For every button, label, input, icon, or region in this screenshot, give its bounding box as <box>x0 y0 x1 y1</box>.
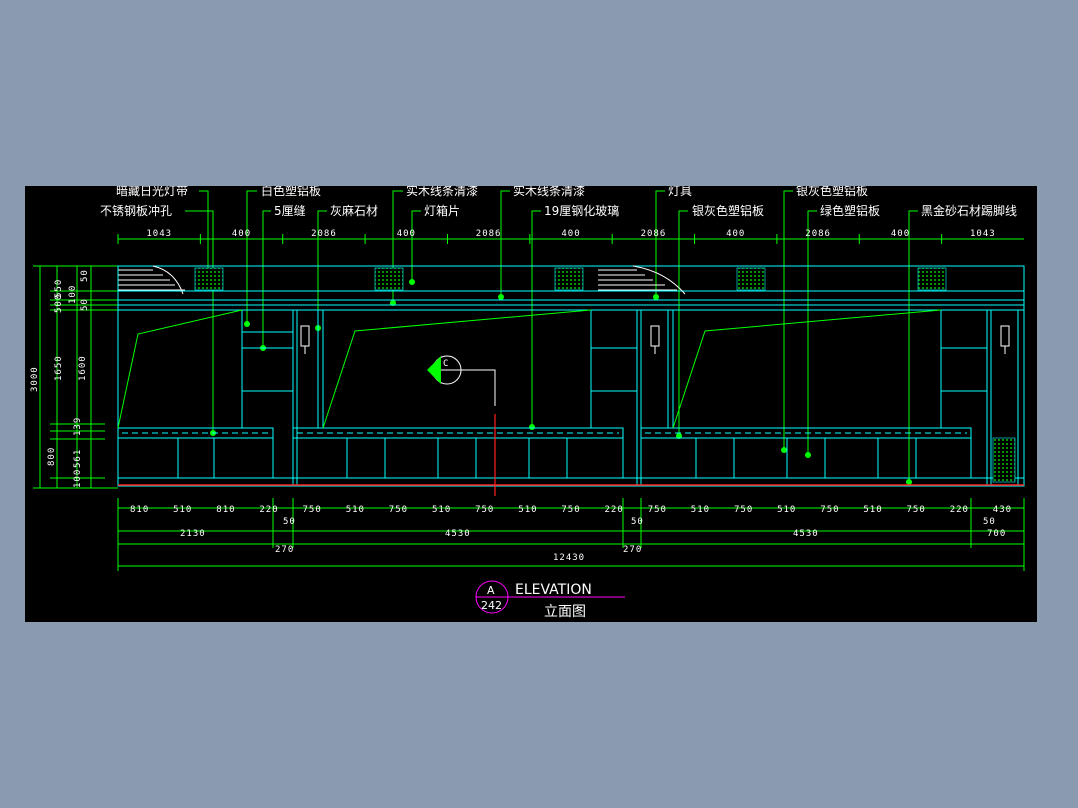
label-lamp: 灯具 <box>668 186 692 198</box>
dim-b1-17: 510 <box>863 505 882 515</box>
dim-left-100: 100 <box>68 285 78 304</box>
label-silver-panel-1: 银灰色塑铝板 <box>796 186 868 198</box>
dim-b3-270b: 270 <box>623 545 642 555</box>
dim-b1-2: 810 <box>216 505 235 515</box>
dim-b1-12: 750 <box>648 505 667 515</box>
wall-lamps <box>300 325 1010 354</box>
material-labels: 暗藏日光灯带 白色塑铝板 实木线条清漆 实木线条清漆 灯具 银灰色塑铝板 不锈钢… <box>100 186 1017 218</box>
top-dimension-texts: 1043 400 2086 400 2086 400 2086 400 2086 400 1043 <box>146 229 996 239</box>
cad-drawing-canvas: 暗藏日光灯带 白色塑铝板 实木线条清漆 实木线条清漆 灯具 银灰色塑铝板 不锈钢… <box>25 186 1037 622</box>
dim-top-1: 400 <box>232 229 251 239</box>
dim-b2-2130: 2130 <box>180 529 206 539</box>
dim-b1-18: 750 <box>907 505 926 515</box>
title-symbol-bottom: 242 <box>481 599 502 612</box>
dim-left-1600: 1600 <box>78 355 88 381</box>
label-green-panel: 绿色塑铝板 <box>820 203 880 218</box>
dim-b1-8: 750 <box>475 505 494 515</box>
dim-b1-7: 510 <box>432 505 451 515</box>
dim-b1-16: 750 <box>820 505 839 515</box>
glass-diagonals <box>117 309 942 429</box>
title-english: ELEVATION <box>515 582 592 598</box>
dim-left-500: 500 <box>54 294 64 313</box>
label-5mm-gap: 5厘缝 <box>274 203 306 218</box>
dim-b1-14: 750 <box>734 505 753 515</box>
dim-left-50a: 50 <box>80 269 90 282</box>
elevation-outline <box>117 265 1025 487</box>
dim-left-561: 561 <box>73 449 83 468</box>
dim-b1-19: 220 <box>950 505 969 515</box>
dim-total-12430: 12430 <box>553 553 585 563</box>
title-symbol-top: A <box>487 584 495 597</box>
dim-top-10: 1043 <box>970 229 996 239</box>
dim-b1-9: 510 <box>518 505 537 515</box>
dim-left-100b: 100 <box>73 469 83 488</box>
dim-b3-270a: 270 <box>275 545 294 555</box>
dim-b2-4530b: 4530 <box>793 529 819 539</box>
dim-top-9: 400 <box>891 229 910 239</box>
dim-top-2: 2086 <box>311 229 337 239</box>
title-block: A 242 ELEVATION 立面图 <box>475 580 625 620</box>
label-lightbox: 灯箱片 <box>424 203 460 218</box>
bottom-dimension-row2: 2130 4530 4530 700 270 270 50 50 50 1243… <box>180 517 1006 563</box>
dim-top-0: 1043 <box>146 229 172 239</box>
label-black-stone-skirting: 黑金砂石材踢脚线 <box>921 203 1017 218</box>
dim-b1-0: 810 <box>130 505 149 515</box>
dim-top-3: 400 <box>397 229 416 239</box>
dim-b2-700: 700 <box>987 529 1006 539</box>
dim-b1-11: 220 <box>605 505 624 515</box>
section-marker-c: C <box>427 355 496 406</box>
dim-b1-15: 510 <box>777 505 796 515</box>
label-perforated-steel: 不锈钢板冲孔 <box>100 203 172 218</box>
left-dimension-texts: 3000 800 550 500 100 50 50 1650 1600 139… <box>30 269 90 488</box>
dim-top-7: 400 <box>726 229 745 239</box>
dim-top-5: 400 <box>561 229 580 239</box>
dim-small-50a: 50 <box>283 517 296 527</box>
dim-left-800: 800 <box>47 447 57 466</box>
dim-top-6: 2086 <box>641 229 667 239</box>
dim-small-50c: 50 <box>983 517 996 527</box>
section-marker-letter: C <box>443 359 449 369</box>
dim-b1-13: 510 <box>691 505 710 515</box>
leader-dots <box>196 278 912 485</box>
title-chinese: 立面图 <box>544 604 586 620</box>
label-tempered-glass: 19厘钢化玻璃 <box>544 204 619 218</box>
dim-b1-4: 750 <box>303 505 322 515</box>
dim-b1-3: 220 <box>259 505 278 515</box>
dim-b1-6: 750 <box>389 505 408 515</box>
dim-small-50b: 50 <box>631 517 644 527</box>
dim-top-8: 2086 <box>805 229 831 239</box>
bottom-dimension-texts: 810 510 810 220 750 510 750 510 750 510 750 220 750 5… <box>130 505 1012 515</box>
label-granite: 灰麻石材 <box>330 203 378 218</box>
label-hidden-lightstrip: 暗藏日光灯带 <box>116 186 188 198</box>
elevation-drawing: 暗藏日光灯带 白色塑铝板 实木线条清漆 实木线条清漆 灯具 银灰色塑铝板 不锈钢… <box>30 186 1025 620</box>
dim-b2-4530a: 4530 <box>445 529 471 539</box>
label-silver-panel-2: 银灰色塑铝板 <box>692 203 764 218</box>
dim-top-4: 2086 <box>476 229 502 239</box>
dim-b1-10: 750 <box>561 505 580 515</box>
label-white-panel: 白色塑铝板 <box>261 186 321 198</box>
dim-b1-1: 510 <box>173 505 192 515</box>
label-wood-varnish-1: 实木线条清漆 <box>406 186 478 198</box>
dim-b1-5: 510 <box>346 505 365 515</box>
dim-b1-20: 430 <box>993 505 1012 515</box>
dim-left-139: 139 <box>73 417 83 436</box>
dim-left-1650: 1650 <box>54 355 64 381</box>
dim-left-50b: 50 <box>80 298 90 311</box>
label-wood-varnish-2: 实木线条清漆 <box>513 186 585 198</box>
dim-left-3000: 3000 <box>30 366 40 392</box>
